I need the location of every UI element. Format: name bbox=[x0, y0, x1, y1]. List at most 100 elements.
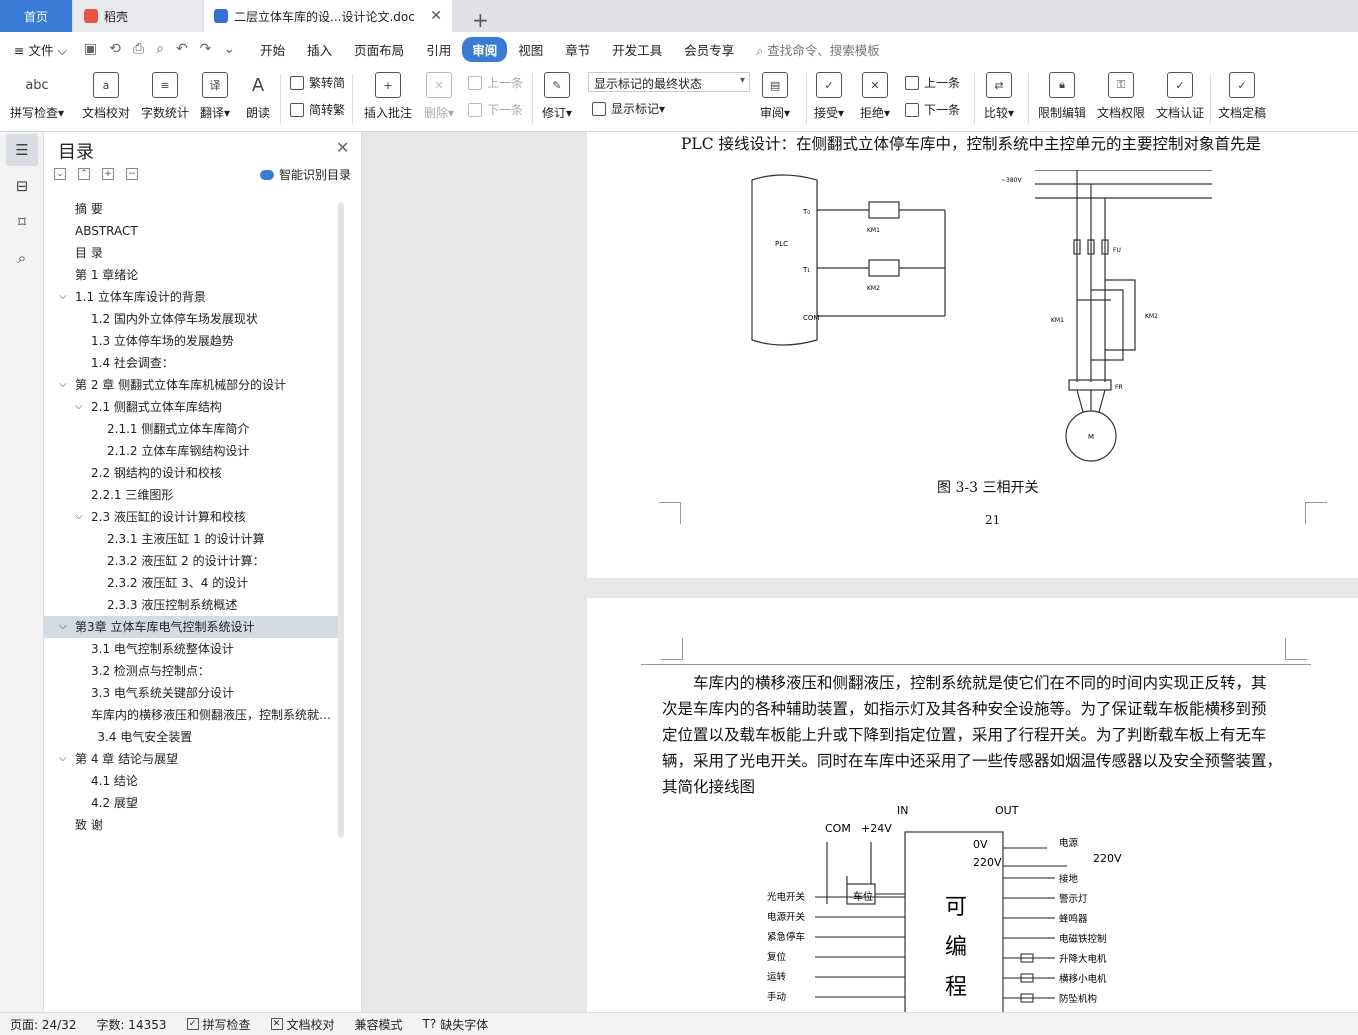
prev-change-button[interactable]: 上一条 bbox=[905, 74, 960, 91]
menu-tab-5[interactable]: 视图 bbox=[507, 40, 554, 59]
expand-up-icon[interactable]: ⌃ bbox=[78, 168, 90, 180]
add-item-icon[interactable]: + bbox=[102, 168, 114, 180]
bookmark-icon[interactable]: ⌑ bbox=[12, 212, 32, 232]
chevron-down-icon[interactable]: ⌵ bbox=[59, 748, 67, 770]
show-markup-button[interactable]: 显示标记 ▾ bbox=[592, 100, 665, 117]
compare-button[interactable]: ⇄ 比较▾ bbox=[984, 72, 1014, 121]
accept-button[interactable]: ✓ 接受▾ bbox=[814, 72, 844, 121]
prev-comment-button[interactable]: 上一条 bbox=[468, 74, 523, 91]
file-menu[interactable]: ≡ 文件 ⌵ bbox=[0, 40, 78, 59]
menu-tab-7[interactable]: 开发工具 bbox=[601, 40, 673, 59]
chevron-down-icon[interactable]: ⌵ bbox=[59, 616, 67, 638]
toc-item[interactable]: 3.2 检测点与控制点： bbox=[44, 660, 338, 682]
toc-item[interactable]: 2.2 钢结构的设计和校核 bbox=[44, 462, 338, 484]
page-indicator[interactable]: 页面: 24/32 bbox=[0, 1016, 86, 1033]
missing-font-status[interactable]: T? 缺失字体 bbox=[413, 1016, 499, 1033]
toc-item[interactable]: 3.1 电气控制系统整体设计 bbox=[44, 638, 338, 660]
toc-item[interactable]: ⌵ 2.3 液压缸的设计计算和校核 bbox=[44, 506, 338, 528]
toc-item[interactable]: 车库内的横移液压和侧翻液压，控制系统就是使它们在不同的时间内实现正反转，其次是车… bbox=[44, 704, 338, 726]
print-icon[interactable]: ⎙ bbox=[127, 41, 150, 57]
menu-tab-2[interactable]: 页面布局 bbox=[343, 40, 415, 59]
insert-comment-label: 插入批注 bbox=[364, 106, 413, 120]
menu-tab-8[interactable]: 会员专享 bbox=[673, 40, 745, 59]
chevron-down-icon[interactable]: ⌵ bbox=[75, 396, 83, 418]
toc-item[interactable]: ⌵ 第 4 章 结论与展望 bbox=[44, 748, 338, 770]
word-count-button[interactable]: ≡ 字数统计 bbox=[141, 72, 189, 121]
toc-item[interactable]: ⌵ 2.1 侧翻式立体车库结构 bbox=[44, 396, 338, 418]
remove-item-icon[interactable]: − bbox=[126, 168, 138, 180]
spell-check-button[interactable]: abc 拼写检查▾ bbox=[10, 72, 64, 121]
collapse-all-icon[interactable]: ⌄ bbox=[54, 168, 66, 180]
proofread-status[interactable]: ✕ 文档校对 bbox=[261, 1016, 345, 1033]
search-command[interactable]: ⌕ 查找命令、搜索模板 bbox=[745, 40, 891, 59]
close-tab-icon[interactable]: ✕ bbox=[430, 8, 442, 24]
finalize-button[interactable]: ✓ 文档定稿 bbox=[1218, 72, 1266, 121]
redo-icon[interactable]: ↷ bbox=[194, 41, 218, 57]
toc-item[interactable]: 4.2 展望 bbox=[44, 792, 338, 814]
simp-to-trad-button[interactable]: 简转繁 bbox=[290, 101, 345, 118]
menu-tab-1[interactable]: 插入 bbox=[296, 40, 343, 59]
restrict-edit-button[interactable]: 🔒︎ 限制编辑 bbox=[1038, 72, 1086, 121]
track-changes-button[interactable]: ✎ 修订▾ bbox=[542, 72, 572, 121]
markup-mode-select[interactable]: 显示标记的最终状态 bbox=[588, 72, 750, 92]
read-aloud-button[interactable]: A 朗读 bbox=[245, 72, 271, 121]
chevron-down-icon[interactable]: ⌵ bbox=[59, 286, 67, 308]
menu-tab-4[interactable]: 审阅 bbox=[462, 36, 508, 62]
menu-tab-0[interactable]: 开始 bbox=[249, 40, 296, 59]
toc-item[interactable]: 3.3 电气系统关键部分设计 bbox=[44, 682, 338, 704]
toc-item[interactable]: 1.3 立体停车场的发展趋势 bbox=[44, 330, 338, 352]
tab-document[interactable]: 二层立体车库的设...设计论文.doc ✕ bbox=[204, 0, 452, 32]
close-pane-icon[interactable]: ✕ bbox=[336, 138, 349, 157]
undo-icon[interactable]: ↶ bbox=[170, 41, 194, 57]
tab-daoke[interactable]: 稻壳 bbox=[74, 0, 202, 32]
toc-item[interactable]: 致 谢 bbox=[44, 814, 338, 836]
next-change-button[interactable]: 下一条 bbox=[905, 101, 960, 118]
insert-comment-button[interactable]: + 插入批注 bbox=[364, 72, 412, 121]
doc-permission-button[interactable]: ⚿ 文档权限 bbox=[1097, 72, 1145, 121]
toc-item[interactable]: 4.1 结论 bbox=[44, 770, 338, 792]
save-icon[interactable]: ▣ bbox=[78, 41, 103, 57]
toc-item[interactable]: ⌵ 1.1 立体车库设计的背景 bbox=[44, 286, 338, 308]
toc-item[interactable]: 2.1.1 侧翻式立体车库简介 bbox=[44, 418, 338, 440]
next-comment-button[interactable]: 下一条 bbox=[468, 101, 523, 118]
proofread-button[interactable]: a 文档校对 bbox=[82, 72, 130, 121]
toc-item[interactable]: 2.3.2 液压缸 3、4 的设计 bbox=[44, 572, 338, 594]
review-pane-button[interactable]: ▤ 审阅▾ bbox=[760, 72, 790, 121]
toc-item[interactable]: ABSTRACT bbox=[44, 220, 338, 242]
toc-item[interactable]: ⌵ 第3章 立体车库电气控制系统设计 bbox=[44, 616, 338, 638]
fu-label: FU bbox=[1113, 247, 1121, 254]
translate-button[interactable]: 译 翻译▾ bbox=[200, 72, 230, 121]
toc-item[interactable]: 2.2.1 三维图形 bbox=[44, 484, 338, 506]
print-preview-icon[interactable]: ⌕ bbox=[150, 41, 170, 57]
find-icon[interactable]: ⌕ bbox=[12, 248, 32, 268]
output-label: 横移小电机 bbox=[1059, 973, 1107, 985]
chevron-down-icon[interactable]: ⌵ bbox=[59, 374, 67, 396]
chevron-down-icon[interactable]: ⌵ bbox=[75, 506, 83, 528]
toc-item[interactable]: ⌵ 第 2 章 侧翻式立体车库机械部分的设计 bbox=[44, 374, 338, 396]
menu-tab-3[interactable]: 引用 bbox=[415, 40, 462, 59]
more-quick-icon[interactable]: ⌄ bbox=[217, 41, 241, 57]
outline-icon[interactable]: ⊟ bbox=[12, 176, 32, 196]
toc-item[interactable]: 第 1 章绪论 bbox=[44, 264, 338, 286]
toc-panel-icon[interactable]: ☰ bbox=[6, 134, 38, 166]
trad-to-simp-button[interactable]: 繁转简 bbox=[290, 74, 345, 91]
toc-item[interactable]: 2.1.2 立体车库钢结构设计 bbox=[44, 440, 338, 462]
word-count-indicator[interactable]: 字数: 14353 bbox=[86, 1016, 176, 1033]
smart-toc-button[interactable]: 智能识别目录 bbox=[260, 166, 351, 183]
toc-item[interactable]: 摘 要 bbox=[44, 198, 338, 220]
toc-item[interactable]: 目 录 bbox=[44, 242, 338, 264]
toc-item[interactable]: 2.3.2 液压缸 2 的设计计算： bbox=[44, 550, 338, 572]
delete-comment-button[interactable]: ✕ 删除▾ bbox=[424, 72, 454, 121]
toc-item[interactable]: 1.2 国内外立体停车场发展现状 bbox=[44, 308, 338, 330]
undo-history-icon[interactable]: ⟲ bbox=[103, 41, 127, 57]
toc-item[interactable]: 2.3.1 主液压缸 1 的设计计算 bbox=[44, 528, 338, 550]
menu-tab-6[interactable]: 章节 bbox=[554, 40, 601, 59]
toc-item[interactable]: 2.3.3 液压控制系统概述 bbox=[44, 594, 338, 616]
toc-scrollbar[interactable] bbox=[338, 202, 344, 838]
toc-item[interactable]: 3.4 电气安全装置 bbox=[44, 726, 338, 748]
doc-cert-button[interactable]: ✓ 文档认证 bbox=[1156, 72, 1204, 121]
toc-item[interactable]: 1.4 社会调查： bbox=[44, 352, 338, 374]
reject-button[interactable]: ✕ 拒绝▾ bbox=[860, 72, 890, 121]
tab-home[interactable]: 首页 bbox=[0, 0, 72, 32]
spell-check-status[interactable]: ✓ 拼写检查 bbox=[177, 1016, 261, 1033]
